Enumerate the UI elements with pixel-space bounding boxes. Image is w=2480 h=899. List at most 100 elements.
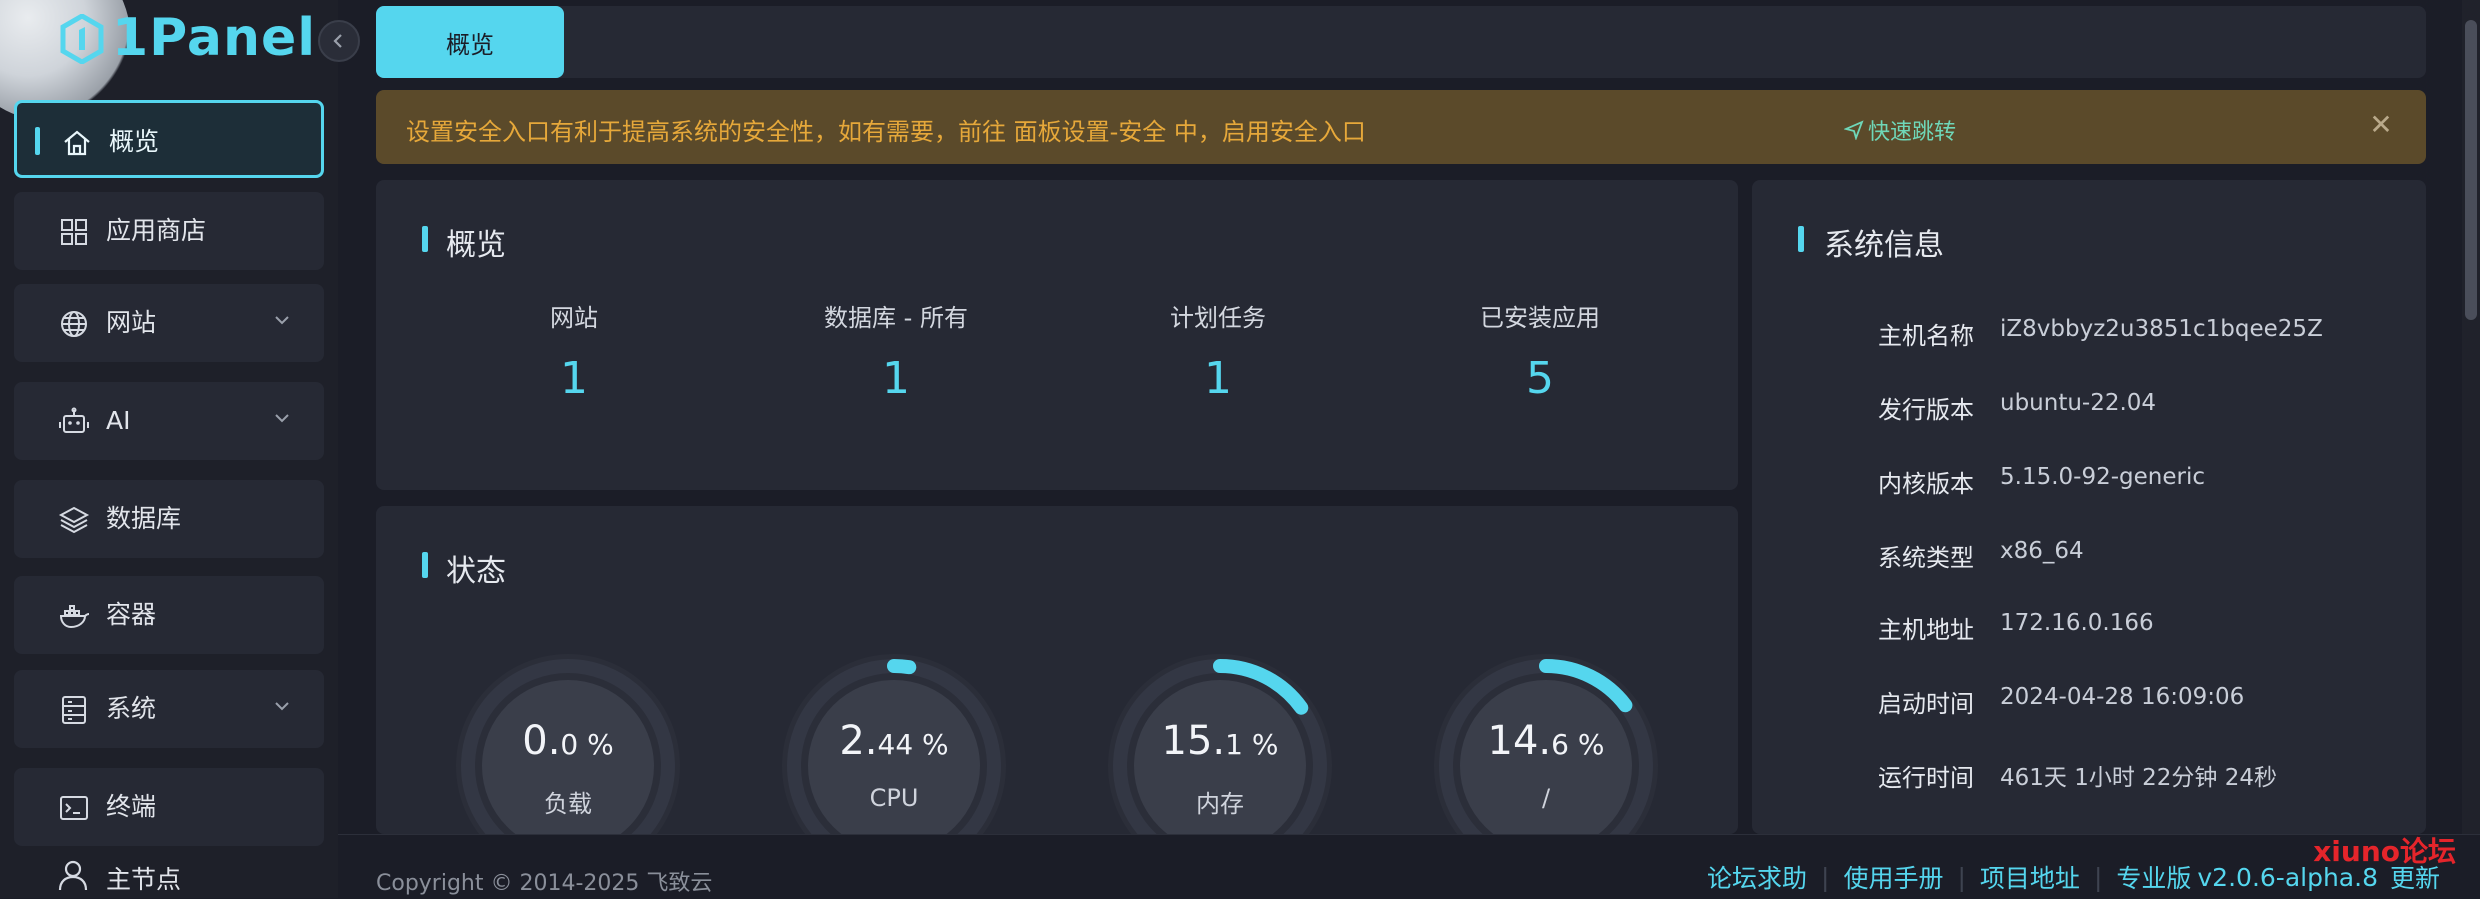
send-icon — [1844, 120, 1864, 140]
info-value: ubuntu-22.04 — [2000, 390, 2157, 416]
info-key: 启动时间 — [1878, 690, 1974, 718]
link-manual[interactable]: 使用手册 — [1843, 859, 1943, 895]
watermark: xiuno论坛 — [2313, 835, 2456, 868]
sidebar-item-app-store[interactable]: 应用商店 — [14, 192, 324, 270]
stat-label: 网站 — [550, 304, 598, 332]
quick-jump-link[interactable]: 快速跳转 — [1844, 114, 1956, 146]
master-node-selector[interactable]: 主节点 — [14, 850, 324, 898]
chevron-down-icon — [275, 316, 289, 325]
logo-area: 1Panel — [0, 0, 338, 120]
link-pro-edition[interactable]: 专业版 — [2116, 859, 2191, 895]
sidebar-item-label: 数据库 — [106, 504, 182, 533]
chevron-down-icon — [275, 702, 289, 711]
gauge-memory[interactable]: 15.1 % 内存 — [1100, 646, 1340, 834]
sidebar-item-label: AI — [106, 406, 131, 435]
chevron-down-icon — [275, 414, 289, 423]
copyright: Copyright © 2014-2025 飞致云 — [376, 871, 713, 896]
status-card: 状态 0.0 % 负载 2.44 % CPU 15.1 % 内存 14.6 % … — [376, 506, 1738, 834]
page-scrollbar-thumb[interactable] — [2465, 20, 2477, 320]
stat-value: 1 — [882, 353, 910, 404]
sidebar-item-overview[interactable]: 概览 — [14, 100, 324, 178]
docker-icon — [59, 605, 90, 629]
sidebar-item-websites[interactable]: 网站 — [14, 284, 324, 362]
layers-icon — [58, 506, 90, 534]
sidebar-item-ai[interactable]: AI — [14, 382, 324, 460]
sidebar: 1Panel 概览 应用商店 网站 AI 数据库 容器 系统 终端 主节点 — [0, 0, 360, 898]
info-key: 内核版本 — [1878, 470, 1974, 498]
terminal-icon — [60, 796, 88, 820]
close-icon[interactable]: ✕ — [2366, 110, 2396, 140]
system-icon — [62, 696, 86, 724]
sidebar-item-terminal[interactable]: 终端 — [14, 768, 324, 846]
gauge-value: 0.0 % — [522, 718, 614, 764]
info-value: 461天 1小时 22分钟 24秒 — [2000, 765, 2277, 791]
globe-icon — [61, 311, 87, 337]
info-value: 2024-04-28 16:09:06 — [2000, 684, 2245, 710]
gauge-label: / — [1541, 784, 1551, 812]
security-entrance-alert: 设置安全入口有利于提高系统的安全性，如有需要，前往 面板设置-安全 中，启用安全… — [376, 90, 2426, 164]
link-forum[interactable]: 论坛求助 — [1707, 859, 1807, 895]
sidebar-item-label: 应用商店 — [106, 216, 207, 245]
sidebar-item-label: 网站 — [106, 308, 157, 337]
title-accent-bar — [1798, 226, 1804, 252]
info-value: iZ8vbbyz2u3851c1bqee25Z — [2000, 316, 2323, 342]
alert-message: 设置安全入口有利于提高系统的安全性，如有需要，前往 面板设置-安全 中，启用安全… — [406, 118, 1366, 146]
sidebar-item-system[interactable]: 系统 — [14, 670, 324, 748]
sidebar-item-label: 系统 — [106, 694, 157, 723]
quick-jump-label: 快速跳转 — [1868, 120, 1957, 145]
gauge-load[interactable]: 0.0 % 负载 — [448, 646, 688, 834]
stat-label: 数据库 - 所有 — [824, 304, 968, 332]
gauge-cpu[interactable]: 2.44 % CPU — [774, 646, 1014, 834]
sysinfo-title: 系统信息 — [1824, 228, 1944, 263]
link-project[interactable]: 项目地址 — [1980, 859, 2080, 895]
master-node-label: 主节点 — [106, 865, 182, 894]
sidebar-item-label: 终端 — [106, 792, 157, 821]
tab-overview[interactable]: 概览 — [376, 6, 564, 78]
info-value: x86_64 — [2000, 538, 2084, 564]
info-key: 主机地址 — [1878, 616, 1974, 644]
gauge-label: CPU — [869, 784, 919, 812]
home-icon — [64, 130, 90, 156]
gauge-label: 负载 — [544, 790, 592, 818]
sidebar-item-label: 概览 — [109, 127, 160, 156]
gauge-disk-root[interactable]: 14.6 % / — [1426, 646, 1666, 834]
logo-text: 1Panel — [112, 8, 317, 68]
logo-icon — [60, 14, 104, 64]
separator: | — [1821, 862, 1830, 892]
sidebar-item-containers[interactable]: 容器 — [14, 576, 324, 654]
robot-icon — [59, 407, 89, 433]
gauge-arc — [887, 659, 917, 675]
stat-value: 1 — [560, 353, 588, 404]
info-key: 系统类型 — [1878, 544, 1974, 572]
stat-databases[interactable]: 数据库 - 所有 1 — [766, 298, 1026, 404]
info-value: 172.16.0.166 — [2000, 610, 2154, 636]
collapse-sidebar-button[interactable] — [318, 20, 360, 62]
title-accent-bar — [422, 226, 428, 252]
stat-label: 计划任务 — [1170, 304, 1266, 332]
info-key: 主机名称 — [1878, 322, 1974, 350]
gauge-value: 15.1 % — [1161, 718, 1279, 764]
stat-installed-apps[interactable]: 已安装应用 5 — [1410, 298, 1670, 404]
overview-card: 概览 网站 1 数据库 - 所有 1 计划任务 1 已安装应用 5 — [376, 180, 1738, 490]
info-value: 5.15.0-92-generic — [2000, 464, 2205, 490]
sidebar-item-label: 容器 — [106, 600, 157, 629]
separator: | — [1957, 862, 1966, 892]
stat-cron-jobs[interactable]: 计划任务 1 — [1088, 298, 1348, 404]
apps-grid-icon — [61, 219, 87, 245]
title-accent-bar — [422, 552, 428, 578]
stat-websites[interactable]: 网站 1 — [444, 298, 704, 404]
info-key: 发行版本 — [1878, 396, 1974, 424]
tab-bar: 概览 — [376, 6, 2426, 78]
status-title: 状态 — [446, 554, 506, 589]
stat-value: 1 — [1204, 353, 1232, 404]
gauge-value: 2.44 % — [839, 718, 949, 764]
active-indicator — [35, 127, 40, 155]
sidebar-item-databases[interactable]: 数据库 — [14, 480, 324, 558]
gauge-label: 内存 — [1196, 790, 1244, 818]
stat-label: 已安装应用 — [1480, 304, 1600, 332]
user-icon — [58, 860, 88, 891]
footer: Copyright © 2014-2025 飞致云 论坛求助 | 使用手册 | … — [338, 834, 2480, 899]
overview-title: 概览 — [446, 228, 506, 263]
info-key: 运行时间 — [1878, 764, 1974, 792]
gauge-value: 14.6 % — [1487, 718, 1605, 764]
